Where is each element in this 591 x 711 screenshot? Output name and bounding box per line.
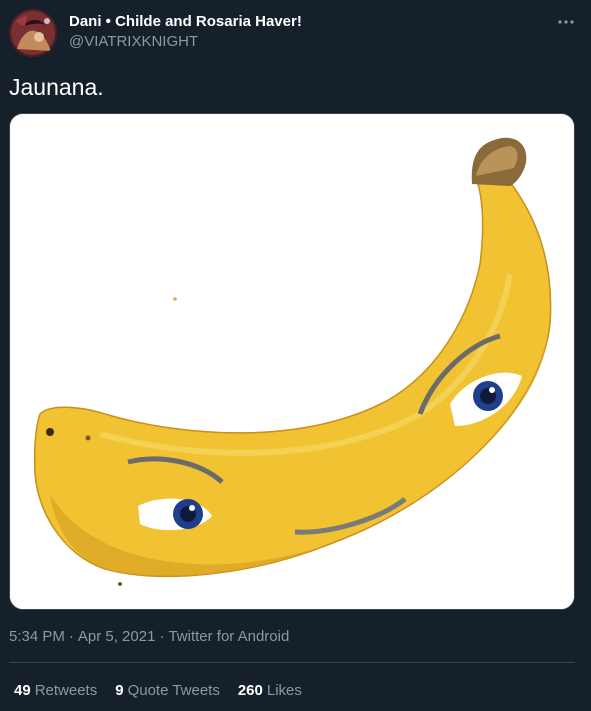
likes-count: 260 [237, 682, 263, 699]
quote-tweets-label: Quote Tweets [127, 682, 220, 699]
tweet-detail: Dani • Childe and Rosaria Haver! @VIATRI… [0, 0, 591, 711]
likes-label: Likes [266, 682, 302, 699]
avatar[interactable] [9, 9, 57, 57]
separator: · [159, 628, 165, 645]
tweet-date[interactable]: Apr 5, 2021 [78, 628, 156, 645]
author-display-name[interactable]: Dani • Childe and Rosaria Haver! [69, 13, 302, 30]
tweet-text: Jaunana. [9, 74, 104, 100]
author-handle[interactable]: @VIATRIXKNIGHT [69, 33, 198, 50]
tweet-time[interactable]: 5:34 PM [9, 628, 65, 645]
tweet-image[interactable] [9, 113, 575, 610]
likes-stat[interactable]: 260 Likes [238, 682, 302, 699]
retweets-stat[interactable]: 49 Retweets [14, 682, 97, 699]
tweet-stats: 49 Retweets 9 Quote Tweets 260 Likes [14, 682, 320, 699]
quote-tweets-count: 9 [115, 682, 124, 699]
quote-tweets-stat[interactable]: 9 Quote Tweets [115, 682, 220, 699]
separator: · [68, 628, 74, 645]
retweets-label: Retweets [34, 682, 98, 699]
tweet-metadata: 5:34 PM · Apr 5, 2021 · Twitter for Android [9, 628, 289, 645]
tweet-source[interactable]: Twitter for Android [168, 628, 289, 645]
divider [9, 662, 575, 663]
retweets-count: 49 [14, 682, 31, 699]
more-options-icon[interactable] [554, 11, 578, 31]
